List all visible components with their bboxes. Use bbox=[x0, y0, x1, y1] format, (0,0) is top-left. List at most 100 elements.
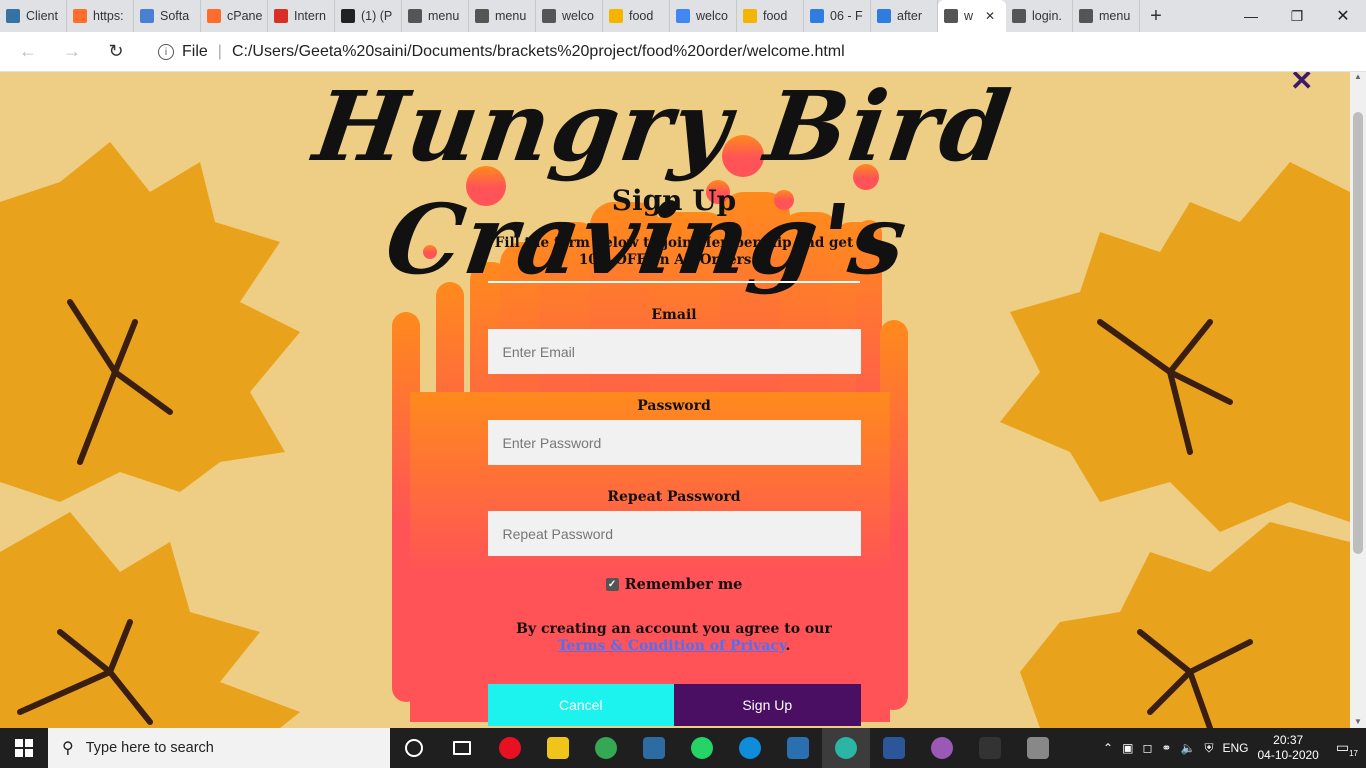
tray-up-arrow-icon[interactable]: ⌃ bbox=[1103, 741, 1113, 755]
language-indicator[interactable]: ENG bbox=[1222, 741, 1248, 755]
browser-tab[interactable]: food bbox=[737, 0, 804, 32]
browser-tab[interactable]: login. bbox=[1006, 0, 1073, 32]
page-icon bbox=[542, 9, 556, 23]
page-icon bbox=[1012, 9, 1026, 23]
remember-me-checkbox[interactable]: ✓ bbox=[605, 578, 619, 591]
page-scrollbar[interactable]: ▲ ▼ bbox=[1350, 72, 1366, 728]
taskbar-app-button[interactable] bbox=[1014, 728, 1062, 768]
forward-button[interactable]: → bbox=[50, 41, 94, 62]
browser-tab[interactable]: after bbox=[871, 0, 938, 32]
maximize-button[interactable]: ❐ bbox=[1274, 0, 1320, 32]
windows-start-button[interactable] bbox=[0, 728, 48, 768]
taskbar-app-button[interactable] bbox=[390, 728, 438, 768]
close-icon[interactable]: ✕ bbox=[1290, 72, 1313, 97]
form-divider bbox=[488, 281, 860, 283]
taskbar-app-button[interactable] bbox=[726, 728, 774, 768]
taskbar-app-button[interactable] bbox=[630, 728, 678, 768]
tab-list: Client https: Softa cPane Intern (1) (P menu me… bbox=[0, 0, 1140, 32]
onenote-tray-icon[interactable]: ▣ bbox=[1122, 741, 1133, 755]
browser-tab[interactable]: menu bbox=[1073, 0, 1140, 32]
minimize-button[interactable]: — bbox=[1228, 0, 1274, 32]
back-button[interactable]: ← bbox=[6, 41, 50, 62]
repeat-password-label: Repeat Password bbox=[607, 489, 741, 505]
page-icon bbox=[944, 9, 958, 23]
browser-tab[interactable]: welco bbox=[536, 0, 603, 32]
microphone-icon[interactable]: ⚭ bbox=[1161, 741, 1171, 755]
tab-label: menu bbox=[1099, 9, 1131, 23]
page-icon bbox=[475, 9, 489, 23]
taskbar-search-box[interactable]: ⚲ Type here to search bbox=[48, 728, 390, 768]
drive-icon bbox=[743, 9, 757, 23]
taskbar-app-button[interactable] bbox=[918, 728, 966, 768]
tab-label: welco bbox=[562, 9, 594, 23]
browser-tab[interactable]: Intern bbox=[268, 0, 335, 32]
taskbar-app-button[interactable] bbox=[534, 728, 582, 768]
browser-tab[interactable]: https: bbox=[67, 0, 134, 32]
drive-icon bbox=[609, 9, 623, 23]
remember-me-label[interactable]: Remember me bbox=[625, 576, 743, 593]
terms-link[interactable]: Terms & Condition of Privacy bbox=[558, 638, 786, 654]
taskbar-app-button[interactable] bbox=[678, 728, 726, 768]
notification-count: 17 bbox=[1349, 748, 1358, 758]
signup-button[interactable]: Sign Up bbox=[674, 684, 861, 726]
scrollbar-thumb[interactable] bbox=[1353, 112, 1363, 554]
browser-tab[interactable]: welco bbox=[670, 0, 737, 32]
page-icon bbox=[1079, 9, 1093, 23]
browser-tab[interactable]: menu bbox=[402, 0, 469, 32]
volume-icon[interactable]: 🔈 bbox=[1180, 741, 1195, 755]
tab-close-icon[interactable]: ✕ bbox=[985, 9, 995, 23]
font-a-icon bbox=[341, 9, 355, 23]
taskbar-app-button[interactable] bbox=[438, 728, 486, 768]
url-text[interactable]: C:/Users/Geeta%20saini/Documents/bracket… bbox=[232, 43, 845, 61]
whatsapp-icon bbox=[691, 737, 713, 759]
password-field[interactable] bbox=[487, 420, 861, 465]
info-icon[interactable]: i bbox=[158, 44, 174, 60]
notification-center-icon[interactable]: ▭17 bbox=[1336, 739, 1358, 758]
edge-icon bbox=[739, 737, 761, 759]
browser-tab[interactable]: Softa bbox=[134, 0, 201, 32]
window-close-button[interactable]: ✕ bbox=[1320, 0, 1366, 32]
refresh-button[interactable]: ↻ bbox=[94, 41, 138, 62]
browser-tab[interactable]: (1) (P bbox=[335, 0, 402, 32]
system-clock[interactable]: 20:37 04-10-2020 bbox=[1257, 733, 1318, 763]
form-buttons: Cancel Sign Up bbox=[487, 684, 861, 726]
brackets-icon bbox=[787, 737, 809, 759]
taskbar-app-button[interactable] bbox=[582, 728, 630, 768]
network-icon[interactable]: ◻ bbox=[1142, 741, 1152, 755]
url-field[interactable]: i File | C:/Users/Geeta%20saini/Document… bbox=[144, 36, 1174, 68]
file-explorer-icon bbox=[547, 737, 569, 759]
cpanel-icon bbox=[207, 9, 221, 23]
address-scheme-label: File bbox=[182, 43, 208, 60]
docs-icon bbox=[676, 9, 690, 23]
browser-tab[interactable]: Client bbox=[0, 0, 67, 32]
browser-tab[interactable]: 06 - F bbox=[804, 0, 871, 32]
signup-form: Sign Up Fill the form below to join Memb… bbox=[468, 184, 880, 726]
cancel-button[interactable]: Cancel bbox=[487, 684, 674, 726]
new-tab-button[interactable]: + bbox=[1140, 5, 1172, 28]
browser-tab[interactable]: food bbox=[603, 0, 670, 32]
taskbar-app-button[interactable] bbox=[966, 728, 1014, 768]
scroll-down-icon[interactable]: ▼ bbox=[1350, 717, 1366, 726]
edge-beta-icon bbox=[835, 737, 857, 759]
taskbar-app-button[interactable] bbox=[822, 728, 870, 768]
browser-tab[interactable]: w ✕ bbox=[938, 0, 1006, 32]
security-shield-icon[interactable]: ⛨ bbox=[1204, 741, 1213, 756]
taskbar-app-button[interactable] bbox=[870, 728, 918, 768]
word-icon bbox=[883, 737, 905, 759]
dev-icon bbox=[643, 737, 665, 759]
paint-icon bbox=[1027, 737, 1049, 759]
taskbar-app-button[interactable] bbox=[774, 728, 822, 768]
python-icon bbox=[6, 9, 20, 23]
tab-label: 06 - F bbox=[830, 9, 863, 23]
maple-leaf-left-bottom bbox=[0, 512, 300, 728]
browser-tab[interactable]: menu bbox=[469, 0, 536, 32]
terminal-icon bbox=[979, 737, 1001, 759]
tab-label: login. bbox=[1032, 9, 1062, 23]
email-field[interactable] bbox=[487, 329, 861, 374]
scroll-up-icon[interactable]: ▲ bbox=[1350, 72, 1366, 81]
bing-icon bbox=[877, 9, 891, 23]
windows-logo-icon bbox=[15, 739, 33, 757]
repeat-password-field[interactable] bbox=[487, 511, 861, 556]
browser-tab[interactable]: cPane bbox=[201, 0, 268, 32]
taskbar-app-button[interactable] bbox=[486, 728, 534, 768]
